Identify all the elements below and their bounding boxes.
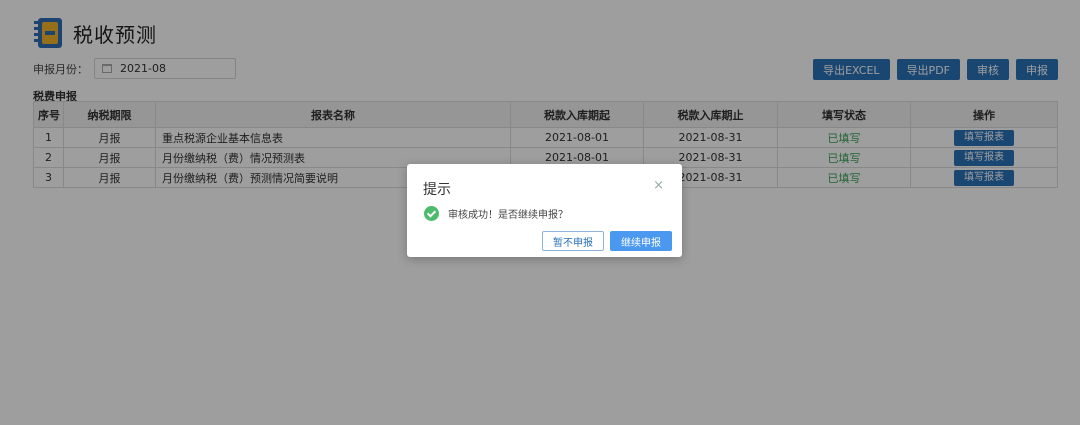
continue-declare-button[interactable]: 继续申报 [610,231,672,251]
dialog-buttons: 暂不申报 继续申报 [542,231,672,251]
success-check-icon [424,206,439,221]
dialog-title: 提示 [423,182,451,198]
cancel-button[interactable]: 暂不申报 [542,231,604,251]
dialog-message: 审核成功！是否继续申报？ [448,210,568,221]
confirm-dialog: 提示 × 审核成功！是否继续申报？ 暂不申报 继续申报 [407,164,682,257]
dialog-message-row: 审核成功！是否继续申报？ [424,206,568,221]
close-icon[interactable]: × [653,178,664,193]
